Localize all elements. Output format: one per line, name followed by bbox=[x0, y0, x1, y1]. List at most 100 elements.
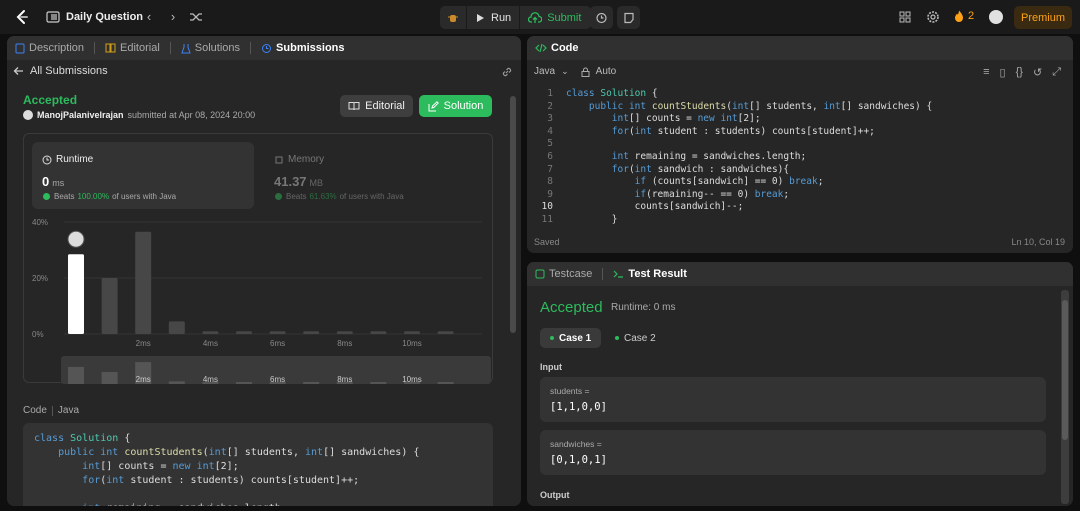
code-line: class Solution { bbox=[34, 433, 131, 444]
layout-grid-icon[interactable] bbox=[897, 9, 913, 25]
solution-button[interactable]: Solution bbox=[419, 95, 492, 117]
gear-icon[interactable] bbox=[925, 9, 941, 25]
streak-counter[interactable]: 2 bbox=[954, 10, 974, 22]
chevron-down-icon[interactable]: ⌄ bbox=[561, 66, 569, 77]
brush-bar bbox=[236, 382, 252, 384]
left-panel-tabs: Description Editorial Solutions Submissi… bbox=[7, 36, 521, 60]
pass-dot bbox=[615, 336, 619, 340]
link-icon[interactable] bbox=[501, 66, 513, 78]
result-panel-scrollbar[interactable] bbox=[1061, 290, 1069, 504]
x-tick-label: 6ms bbox=[270, 339, 285, 348]
chart-bar bbox=[202, 331, 219, 334]
input-heading: Input bbox=[540, 362, 562, 372]
book-icon bbox=[105, 43, 116, 53]
avatar-marker bbox=[67, 230, 85, 248]
code-line: int remaining = sandwiches.length; bbox=[34, 502, 482, 506]
code-line[interactable]: int[] counts = new int[2]; bbox=[566, 113, 761, 126]
user-avatar[interactable] bbox=[989, 10, 1003, 24]
code-panel-header: Code bbox=[527, 36, 1073, 60]
daily-question-title[interactable]: Daily Question bbox=[66, 11, 143, 23]
code-line[interactable]: for(int student : students) counts[stude… bbox=[566, 126, 875, 139]
line-number: 6 bbox=[547, 151, 553, 162]
timer-button[interactable] bbox=[590, 6, 613, 29]
all-submissions-link[interactable]: All Submissions bbox=[13, 65, 108, 77]
test-result-panel: Testcase Test Result Accepted Runtime: 0… bbox=[527, 262, 1073, 506]
cursor-position: Ln 10, Col 19 bbox=[1011, 237, 1065, 247]
lock-icon bbox=[581, 67, 590, 77]
alarm-clock-icon bbox=[596, 12, 607, 24]
tab-code[interactable]: Code bbox=[535, 42, 579, 54]
leetcode-logo-icon[interactable] bbox=[14, 9, 30, 25]
cloud-upload-icon bbox=[528, 11, 543, 23]
code-line: public int countStudents(int[] students,… bbox=[58, 447, 420, 458]
chevron-left-icon[interactable]: ‹ bbox=[141, 9, 157, 25]
code-line[interactable]: for(int sandwich : sandwiches){ bbox=[566, 164, 789, 177]
tab-solutions[interactable]: Solutions bbox=[181, 42, 240, 54]
left-panel: Description Editorial Solutions Submissi… bbox=[7, 36, 521, 506]
tab-description[interactable]: Description bbox=[15, 42, 84, 54]
code-line[interactable]: class Solution { bbox=[566, 88, 658, 101]
bookmark-icon[interactable]: ▯ bbox=[1000, 66, 1006, 79]
chart-bar bbox=[236, 331, 252, 334]
line-number: 8 bbox=[547, 176, 553, 188]
tab-testcase[interactable]: Testcase bbox=[535, 268, 592, 280]
input-students[interactable]: students = [1,1,0,0] bbox=[540, 377, 1046, 422]
editorial-button[interactable]: Editorial bbox=[340, 95, 413, 117]
run-button[interactable]: Run bbox=[467, 6, 520, 29]
history-icon bbox=[262, 43, 272, 53]
debug-button[interactable] bbox=[440, 6, 466, 29]
document-icon bbox=[15, 43, 25, 53]
notes-button[interactable] bbox=[617, 6, 640, 29]
line-number: 10 bbox=[541, 201, 553, 213]
code-editor-panel: Code Java ⌄ Auto ≡ ▯ {} ↺ ⤢ 1 class Solut… bbox=[527, 36, 1073, 253]
input-name: students = bbox=[550, 386, 590, 396]
line-number: 2 bbox=[547, 100, 553, 112]
x-tick-label: 2ms bbox=[136, 339, 151, 348]
line-number: 1 bbox=[547, 88, 553, 99]
brush-bar bbox=[68, 366, 84, 384]
code-line[interactable]: int remaining = sandwiches.length; bbox=[566, 151, 806, 164]
arrow-left-icon bbox=[13, 67, 23, 75]
shuffle-icon[interactable] bbox=[188, 9, 204, 25]
code-line[interactable]: } bbox=[566, 214, 618, 227]
tab-case-2[interactable]: Case 2 bbox=[605, 328, 666, 348]
save-status: Saved bbox=[534, 237, 560, 247]
runtime-distribution-chart[interactable]: 40% 20% 0% 2ms 4ms 6ms 8ms 10ms 2ms 4ms 6ms 8ms 10ms bbox=[24, 134, 494, 384]
code-line[interactable]: if (counts[sandwich] == 0) break; bbox=[566, 176, 824, 189]
performance-stats: Runtime 0 ms Beats 100.00% of users with … bbox=[23, 133, 494, 384]
code-line[interactable]: if(remaining-- == 0) break; bbox=[566, 189, 789, 202]
code-line: for(int student : students) counts[stude… bbox=[82, 475, 360, 486]
editor-toolbar: ≡ ▯ {} ↺ ⤢ bbox=[983, 66, 1061, 79]
tab-case-1[interactable]: Case 1 bbox=[540, 328, 602, 348]
language-select[interactable]: Java bbox=[534, 66, 555, 77]
line-number: 9 bbox=[547, 188, 553, 200]
tab-test-result[interactable]: Test Result bbox=[613, 268, 687, 280]
x-tick-label: 8ms bbox=[337, 339, 352, 348]
x-tick-label: 10ms bbox=[402, 339, 422, 348]
tab-editorial[interactable]: Editorial bbox=[105, 42, 160, 54]
tab-submissions[interactable]: Submissions bbox=[261, 42, 345, 54]
chart-bar bbox=[168, 321, 185, 334]
submitted-code-block[interactable]: class Solution { public int countStudent… bbox=[23, 423, 493, 506]
code-line[interactable]: public int countStudents(int[] students,… bbox=[566, 101, 932, 114]
input-sandwiches[interactable]: sandwiches = [0,1,0,1] bbox=[540, 430, 1046, 475]
run-submit-group: Run Submit bbox=[440, 6, 592, 29]
autocomplete-mode[interactable]: Auto bbox=[596, 66, 617, 77]
problem-list-icon[interactable] bbox=[46, 10, 60, 24]
fullscreen-icon[interactable]: ⤢ bbox=[1052, 66, 1061, 79]
format-icon[interactable]: ≡ bbox=[983, 66, 989, 79]
left-panel-scrollbar[interactable] bbox=[510, 96, 516, 333]
premium-button[interactable]: Premium bbox=[1014, 6, 1072, 29]
result-panel-tabs: Testcase Test Result bbox=[527, 262, 1073, 286]
submit-button[interactable]: Submit bbox=[520, 6, 592, 29]
play-icon bbox=[477, 13, 484, 22]
code-editor[interactable]: 1 class Solution { 2 public int countStude… bbox=[527, 84, 1073, 227]
reset-icon[interactable]: ↺ bbox=[1033, 66, 1042, 79]
submitter-name[interactable]: ManojPalanivelrajan bbox=[37, 110, 124, 120]
brush-tick-label: 8ms bbox=[337, 375, 352, 384]
braces-icon[interactable]: {} bbox=[1016, 66, 1023, 79]
chart-bar bbox=[269, 331, 286, 334]
code-line[interactable]: counts[sandwich]--; bbox=[566, 201, 744, 214]
brush-bar bbox=[101, 372, 118, 384]
chevron-right-icon[interactable]: › bbox=[165, 9, 181, 25]
